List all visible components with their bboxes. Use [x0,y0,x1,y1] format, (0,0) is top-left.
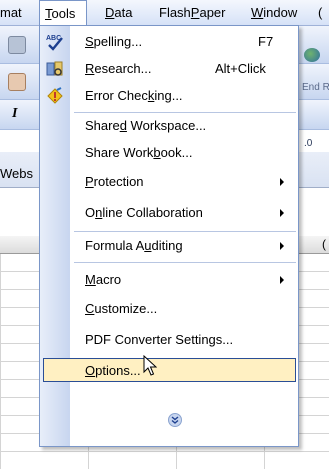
menu-item-label: Macro [85,272,122,287]
menu-window[interactable]: Window [251,5,297,20]
menu-item-shared-workspace[interactable]: Shared Workspace... [40,114,298,138]
menu-item-label: PDF Converter Settings... [85,332,234,347]
menu-item-label: Spelling... [85,34,143,49]
menu-item-macro[interactable]: Macro [40,268,298,292]
menu-item-customize[interactable]: Customize... [40,297,298,321]
research-icon [46,61,63,76]
submenu-arrow-icon [280,209,284,217]
menu-item-label: Online Collaboration [85,205,203,220]
decimal-button-label[interactable]: .0 [304,138,312,149]
toolbar-button-icon[interactable] [8,36,26,54]
menu-item-label: Options... [85,363,141,378]
menu-item-error-checking[interactable]: Error Checking... [40,84,298,108]
menu-tools[interactable]: Tools [39,0,87,26]
menu-item-label: Research... [85,61,152,76]
toolbar-label: End R [302,82,329,93]
toolbar-button-icon[interactable] [8,73,26,91]
menu-help-partial[interactable]: ( [318,5,322,20]
menu-data[interactable]: Data [105,5,132,20]
mouse-cursor-icon [143,355,157,376]
link-icon[interactable] [304,48,320,62]
shortcut-label: Alt+Click [215,61,266,76]
menu-item-label: Protection [85,174,144,189]
shortcut-label: F7 [258,34,274,49]
menu-flashpaper[interactable]: FlashPaper [159,5,226,20]
submenu-arrow-icon [280,276,284,284]
menu-item-label: Shared Workspace... [85,118,207,133]
italic-icon[interactable]: I [12,106,17,122]
column-header-letter[interactable]: ( [322,237,326,251]
menu-item-label: Error Checking... [85,88,183,103]
menu-item-formula-auditing[interactable]: Formula Auditing [40,234,298,258]
submenu-arrow-icon [280,178,284,186]
menu-item-label: Share Workbook... [85,145,193,160]
spelling-icon: ABC [46,35,63,51]
submenu-arrow-icon [280,242,284,250]
menu-item-label: Customize... [85,301,158,316]
menu-item-protection[interactable]: Protection [40,170,298,194]
menu-separator [74,231,296,232]
menu-item-label: Formula Auditing [85,238,183,253]
menu-format-partial[interactable]: mat [0,5,22,20]
toolbar-overflow-strip: End R .0 [298,26,329,236]
menu-item-research[interactable]: Research... Alt+Click [40,57,298,81]
menu-item-online-collaboration[interactable]: Online Collaboration [40,201,298,225]
menu-separator [74,262,296,263]
double-chevron-down-icon[interactable] [168,413,182,427]
menu-item-pdf-converter-settings[interactable]: PDF Converter Settings... [40,328,298,352]
menu-separator [74,112,296,113]
tools-menu: ABC Spelling... F7 Research... Alt+Click… [39,25,299,447]
menu-item-share-workbook[interactable]: Share Workbook... [40,141,298,165]
error-checking-icon [47,87,63,104]
web-toolbar-label: Webs [0,166,33,181]
menu-item-spelling[interactable]: ABC Spelling... F7 [40,30,298,54]
menu-item-options[interactable]: Options... [43,358,296,382]
